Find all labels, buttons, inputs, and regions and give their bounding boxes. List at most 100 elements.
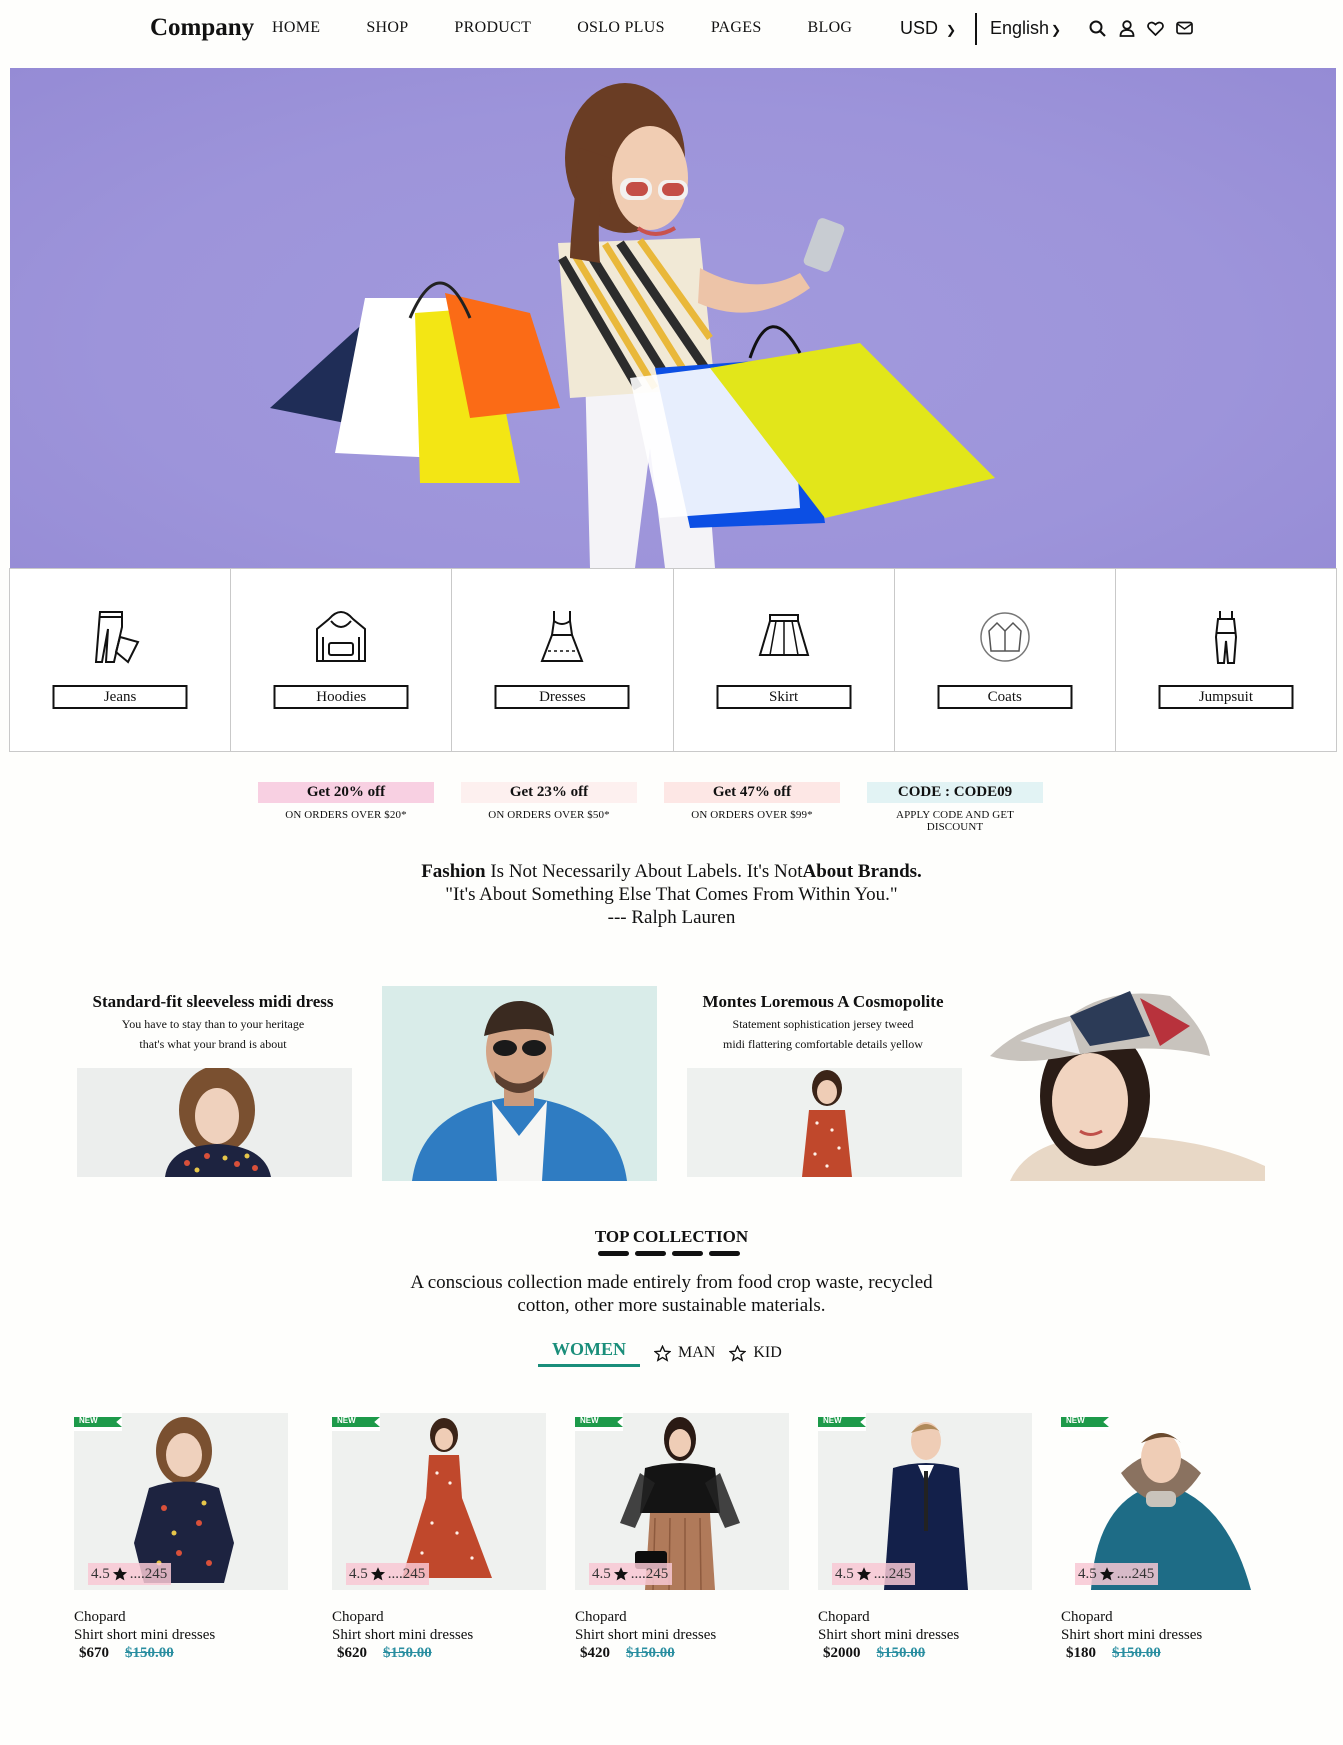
coat-icon (980, 612, 1030, 662)
nav-shop[interactable]: SHOP (366, 19, 408, 37)
mail-icon[interactable] (1175, 17, 1194, 39)
new-badge-label: NEW (1066, 1416, 1085, 1425)
current-price: $620 (337, 1645, 367, 1661)
rating-badge: 4.5 ....245 (1075, 1563, 1159, 1585)
jeans-icon (94, 611, 140, 664)
promo-image-graphic (412, 1000, 627, 1181)
product-prices: $420 $150.00 (575, 1645, 789, 1662)
promo-title[interactable]: Standard-fit sleeveless midi dress (75, 992, 351, 1012)
section-desc-line: cotton, other more sustainable materials… (517, 1295, 826, 1316)
skirt-icon (758, 614, 809, 656)
new-badge-label: NEW (79, 1416, 98, 1425)
nav-divider (975, 13, 977, 45)
rating-badge: 4.5 ....245 (88, 1563, 172, 1585)
category-label: Coats (937, 685, 1073, 709)
product-name[interactable]: Shirt short mini dresses (74, 1626, 288, 1644)
quote-keyword: Fashion (421, 861, 486, 882)
review-count: ....245 (387, 1566, 426, 1582)
review-count: ....245 (873, 1566, 912, 1582)
offer-subtitle: ON ORDERS OVER $50* (488, 809, 610, 821)
product-image[interactable]: NEW 4.5 ....245 (575, 1413, 789, 1590)
tab-women[interactable]: WOMEN (538, 1339, 640, 1367)
product-name[interactable]: Shirt short mini dresses (575, 1626, 789, 1644)
product-image[interactable]: NEW 4.5 ....245 (332, 1413, 546, 1590)
star-filled-icon (856, 1567, 871, 1581)
section-description: A conscious collection made entirely fro… (0, 1271, 1343, 1317)
product-prices: $180 $150.00 (1061, 1645, 1275, 1662)
promo-description: Statement sophistication jersey tweed mi… (685, 1014, 961, 1054)
product-brand: Chopard (74, 1609, 126, 1625)
current-price: $180 (1066, 1645, 1096, 1661)
product-image[interactable]: NEW 4.5 ....245 (1061, 1413, 1275, 1590)
offer-card[interactable]: Get 20% off ON ORDERS OVER $20* (258, 782, 434, 833)
category-label: Hoodies (273, 685, 409, 709)
category-jeans[interactable]: Jeans (10, 569, 232, 751)
offer-card[interactable]: CODE : CODE09 APPLY CODE AND GET DISCOUN… (867, 782, 1043, 833)
fashion-quote: Fashion Is Not Necessarily About Labels.… (0, 860, 1343, 929)
product-name[interactable]: Shirt short mini dresses (1061, 1626, 1275, 1644)
new-badge: NEW (332, 1413, 380, 1431)
product-image[interactable]: NEW 4.5 ....245 (818, 1413, 1032, 1590)
nav-pages[interactable]: PAGES (711, 19, 762, 37)
category-coats[interactable]: Coats (894, 569, 1116, 751)
top-navbar: Company HOME SHOP PRODUCT OSLO PLUS PAGE… (0, 0, 1343, 62)
product-card[interactable]: NEW 4.5 ....245 Chopard Shirt short mini… (818, 1413, 1032, 1662)
new-badge: NEW (818, 1413, 866, 1431)
product-prices: $2000 $150.00 (818, 1645, 1032, 1662)
tab-man[interactable]: MAN (678, 1344, 715, 1362)
new-badge-label: NEW (337, 1416, 356, 1425)
offer-card[interactable]: Get 23% off ON ORDERS OVER $50* (461, 782, 637, 833)
nav-icons (1088, 17, 1194, 39)
dress-icon (540, 611, 584, 662)
promo-image-woman-hat[interactable] (990, 986, 1265, 1181)
product-brand: Chopard (1061, 1609, 1113, 1625)
hoodie-icon (316, 611, 367, 662)
old-price: $150.00 (876, 1645, 926, 1661)
rating-badge: 4.5 ....245 (832, 1563, 916, 1585)
product-prices: $670 $150.00 (74, 1645, 288, 1662)
heart-icon[interactable] (1146, 17, 1165, 39)
new-badge: NEW (1061, 1413, 1109, 1431)
product-name[interactable]: Shirt short mini dresses (818, 1626, 1032, 1644)
new-badge-label: NEW (580, 1416, 599, 1425)
nav-blog[interactable]: BLOG (808, 19, 853, 37)
product-card[interactable]: NEW 4.5 ....245 Chopard Shirt short mini… (575, 1413, 789, 1662)
nav-oslo-plus[interactable]: OSLO PLUS (577, 19, 665, 37)
offer-card[interactable]: Get 47% off ON ORDERS OVER $99* (664, 782, 840, 833)
category-dresses[interactable]: Dresses (452, 569, 674, 751)
nav-home[interactable]: HOME (272, 19, 320, 37)
offer-title: Get 20% off (258, 782, 434, 803)
category-hoodies[interactable]: Hoodies (231, 569, 453, 751)
promo-image-girl-dress[interactable] (77, 1068, 352, 1177)
promo-image-man-denim[interactable] (382, 986, 657, 1181)
section-title: TOP COLLECTION (594, 1227, 749, 1246)
section-desc-line: A conscious collection made entirely fro… (410, 1272, 933, 1293)
promo-description: You have to stay than to your heritage t… (75, 1014, 351, 1054)
brand-logo[interactable]: Company (150, 14, 254, 42)
hero-banner[interactable] (10, 68, 1336, 568)
offer-subtitle: ON ORDERS OVER $20* (285, 809, 407, 821)
search-icon[interactable] (1088, 17, 1107, 39)
product-card[interactable]: NEW 4.5 ....245 Chopard Shirt short mini… (1061, 1413, 1275, 1662)
product-card[interactable]: NEW 4.5 ....245 Chopard Shirt short mini… (332, 1413, 546, 1662)
product-image[interactable]: NEW 4.5 ....245 (74, 1413, 288, 1590)
collection-tabs: WOMEN MAN KID (538, 1338, 782, 1368)
star-filled-icon (1099, 1567, 1114, 1581)
offer-title: CODE : CODE09 (867, 782, 1043, 803)
tab-kid[interactable]: KID (753, 1344, 781, 1362)
category-skirt[interactable]: Skirt (673, 569, 895, 751)
rating-value: 4.5 (349, 1566, 368, 1582)
offer-title: Get 47% off (664, 782, 840, 803)
language-select[interactable]: English ❯ (990, 18, 1061, 39)
product-name[interactable]: Shirt short mini dresses (332, 1626, 546, 1644)
new-badge-label: NEW (823, 1416, 842, 1425)
offer-subtitle: APPLY CODE AND GET DISCOUNT (896, 809, 1014, 833)
promo-image-woman-polka-dress[interactable] (687, 1068, 962, 1177)
user-icon[interactable] (1117, 17, 1136, 39)
nav-product[interactable]: PRODUCT (454, 19, 531, 37)
currency-select[interactable]: USD ❯ (900, 18, 956, 39)
promo-title[interactable]: Montes Loremous A Cosmopolite (685, 992, 961, 1012)
quote-line-1: Fashion Is Not Necessarily About Labels.… (0, 860, 1343, 883)
category-jumpsuit[interactable]: Jumpsuit (1115, 569, 1337, 751)
product-card[interactable]: NEW 4.5 ....245 Chopard Shirt short mini… (74, 1413, 288, 1662)
